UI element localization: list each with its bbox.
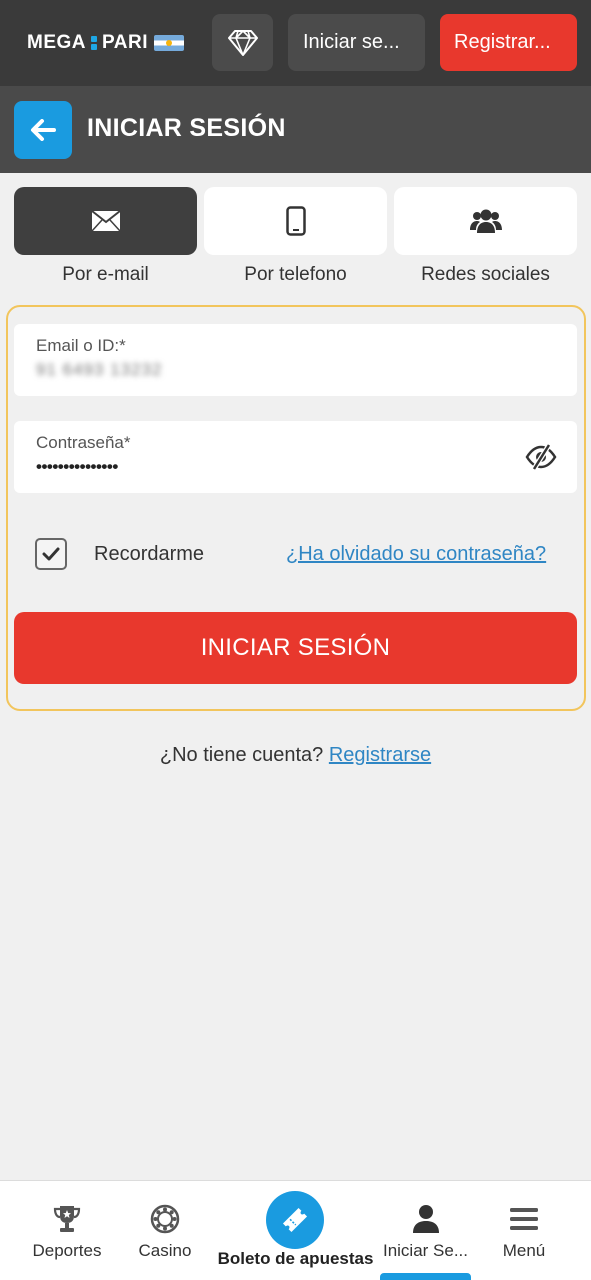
remember-checkbox[interactable] — [35, 538, 67, 570]
tab-phone-label: Por telefono — [244, 264, 347, 285]
signup-prompt: ¿No tiene cuenta? Registrarse — [0, 744, 591, 767]
trophy-icon — [53, 1206, 81, 1232]
password-field-label: Contraseña* — [36, 433, 131, 452]
page-title: INICIAR SESIÓN — [87, 114, 286, 142]
forgot-password-link[interactable]: ¿Ha olvidado su contraseña? — [286, 543, 546, 566]
tab-social-label: Redes sociales — [421, 264, 550, 285]
argentina-flag-icon — [153, 35, 184, 51]
tab-social[interactable] — [394, 187, 577, 255]
checkmark-icon — [42, 547, 60, 561]
email-field-label: Email o ID:* — [36, 336, 126, 355]
tab-email-label: Por e-mail — [62, 264, 149, 285]
signup-prompt-text: ¿No tiene cuenta? — [159, 744, 324, 766]
register-link[interactable]: Registrarse — [329, 744, 431, 766]
megapari-logo[interactable]: MEGA PARI — [27, 30, 184, 56]
password-field-value[interactable]: ••••••••••••••• — [36, 457, 118, 477]
users-icon — [469, 209, 502, 233]
email-field[interactable]: Email o ID:* 91 6493 13232 — [14, 324, 577, 396]
vip-diamond-button[interactable] — [212, 14, 273, 71]
nav-label-login: Iniciar Se... — [382, 1241, 469, 1260]
nav-label-menu: Menú — [502, 1241, 546, 1260]
login-submit-button[interactable]: INICIAR SESIÓN — [14, 612, 577, 684]
remember-label[interactable]: Recordarme — [94, 543, 204, 566]
casino-chip-icon — [150, 1204, 180, 1234]
back-button[interactable] — [14, 101, 72, 159]
top-bar: MEGA PARI Iniciar se... Registrar... — [0, 0, 591, 86]
bottom-nav: Deportes Casino Boleto de apuestas Inici… — [0, 1180, 591, 1280]
logo-text-left: MEGA — [27, 32, 86, 53]
page-header: INICIAR SESIÓN — [0, 86, 591, 173]
diamond-icon — [227, 29, 258, 56]
envelope-icon — [90, 210, 121, 232]
nav-item-login[interactable]: Iniciar Se... — [378, 1181, 473, 1280]
arrow-left-icon — [31, 119, 56, 141]
logo-dots-icon — [90, 34, 98, 52]
tab-phone[interactable] — [204, 187, 387, 255]
email-field-value[interactable]: 91 6493 13232 — [36, 360, 162, 380]
tab-email[interactable] — [14, 187, 197, 255]
phone-icon — [285, 206, 306, 236]
login-button-top[interactable]: Iniciar se... — [288, 14, 425, 71]
menu-icon — [510, 1208, 538, 1230]
user-icon — [412, 1205, 439, 1233]
eye-slash-icon[interactable] — [525, 443, 557, 471]
register-button-top[interactable]: Registrar... — [440, 14, 577, 71]
ticket-icon — [282, 1207, 308, 1233]
nav-item-bet-slip[interactable] — [266, 1191, 324, 1249]
nav-item-menu[interactable]: Menú — [479, 1181, 569, 1280]
active-tab-indicator — [380, 1273, 471, 1280]
password-field[interactable]: Contraseña* ••••••••••••••• — [14, 421, 577, 493]
logo-text-right: PARI — [102, 32, 148, 53]
